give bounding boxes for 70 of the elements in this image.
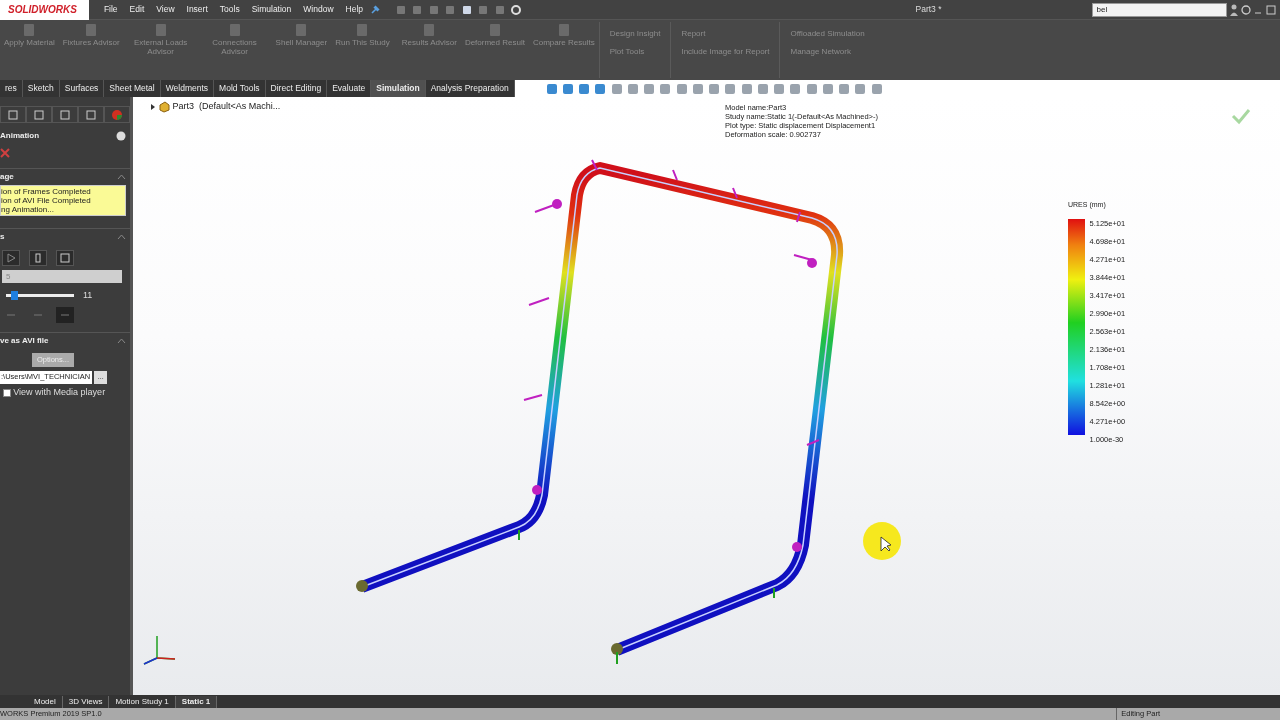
maximize-icon[interactable] [1265,3,1276,16]
menu-item[interactable]: Window [297,3,340,16]
message-line: ion of AVI File Completed [1,195,92,205]
gear-icon[interactable] [510,3,523,16]
section-header: age [0,170,14,183]
pin-icon[interactable] [369,3,382,16]
view-tool-icon[interactable] [560,82,575,95]
menu-item[interactable]: Simulation [245,3,298,16]
view-tool-icon[interactable] [690,82,705,95]
ribbon-tab[interactable]: Weldments [160,80,215,97]
view-tool-icon[interactable] [544,82,559,95]
ribbon-tab[interactable]: Simulation [371,80,426,97]
section-header: s [0,231,5,244]
view-tool-icon[interactable] [820,82,835,95]
view-tool-icon[interactable] [625,82,640,95]
collapse-icon[interactable] [117,234,126,241]
section-header: ve as AVI file [0,335,49,348]
view-tool-icon[interactable] [788,82,803,95]
menu-item[interactable]: Help [339,3,370,16]
menu-item[interactable]: View [150,3,181,16]
tree-item[interactable]: Part3 (Default<As Machi... [172,100,281,114]
stop-icon[interactable] [58,250,73,265]
ribbon-tab[interactable]: Mold Tools [214,80,266,97]
ribbon-tab[interactable]: Evaluate [327,80,372,97]
ribbon-tab[interactable]: Sketch [22,80,60,97]
collapse-icon[interactable] [117,173,126,180]
view-tool-icon[interactable] [577,82,592,95]
axis-triad-icon [143,635,176,665]
expand-icon[interactable] [150,103,156,110]
search-field[interactable]: bel [1091,2,1227,17]
view-tool-icon[interactable] [739,82,754,95]
message-line: ion of Frames Completed [1,186,92,196]
menu-item[interactable]: Tools [213,3,246,16]
ribbon-tab[interactable]: Sheet Metal [104,80,161,97]
menu-item[interactable]: Insert [180,3,214,16]
app-logo: SOLIDWORKS [0,0,89,20]
view-tool-icon[interactable] [707,82,722,95]
ribbon-tab[interactable]: res [0,80,23,97]
cursor-highlight [863,522,901,560]
appearance-icon[interactable] [111,108,123,121]
view-tool-icon[interactable] [804,82,819,95]
user-icon[interactable] [1228,3,1239,16]
panel-title: Animation [0,129,40,142]
view-tool-icon[interactable] [658,82,673,95]
slider-value: 11 [83,289,93,303]
view-tool-icon[interactable] [853,82,868,95]
view-tool-icon[interactable] [755,82,770,95]
slider-thumb[interactable] [11,291,19,301]
view-tool-icon[interactable] [593,82,608,95]
view-tool-icon[interactable] [642,82,657,95]
collapse-icon[interactable] [117,338,126,345]
view-tool-icon[interactable] [674,82,689,95]
bottom-tab[interactable]: Static 1 [175,696,218,708]
view-tool-icon[interactable] [772,82,787,95]
ribbon-tab[interactable]: Direct Editing [265,80,328,97]
ribbon-tab[interactable]: Analysis Preparation [425,80,515,97]
view-tool-icon[interactable] [837,82,852,95]
view-tool-icon[interactable] [869,82,884,95]
view-tool-icon[interactable] [609,82,624,95]
checkbox-label: View with Media player [13,386,106,400]
checkbox[interactable] [3,389,11,398]
view-tool-icon[interactable] [723,82,738,95]
close-icon[interactable] [0,147,10,158]
check-icon[interactable] [1231,109,1251,125]
ribbon-tab[interactable]: Surfaces [59,80,105,97]
menu-item[interactable]: Edit [123,3,151,16]
document-title: Part3 * [915,3,942,16]
message-line: ng Animation... [1,204,54,215]
menu-item[interactable]: File [97,3,124,16]
part-icon[interactable] [158,100,171,113]
